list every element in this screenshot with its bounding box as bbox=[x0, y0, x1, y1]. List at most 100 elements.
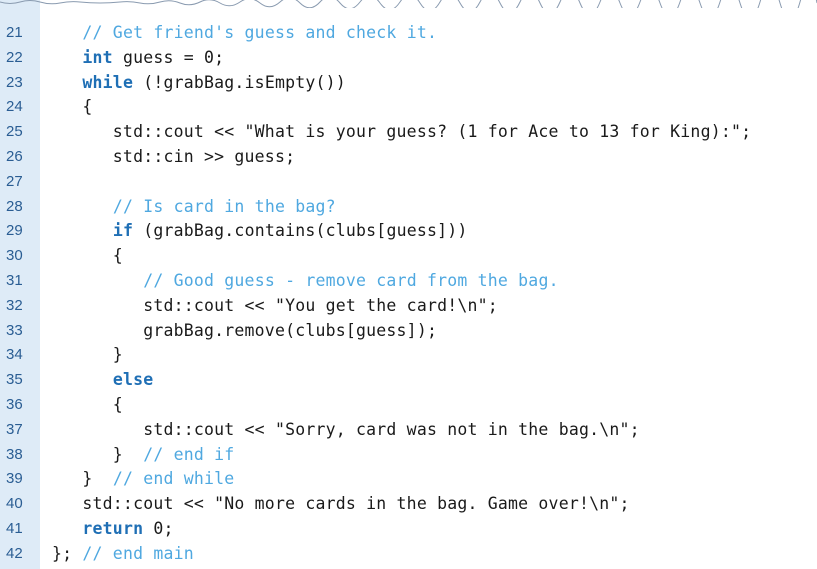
code-listing: 21 // Get friend's guess and check it. 22… bbox=[0, 0, 817, 569]
line-code: grabBag.remove(clubs[guess]); bbox=[52, 319, 437, 344]
code-line: 24 { bbox=[0, 95, 817, 120]
line-code: }; // end main bbox=[52, 542, 194, 567]
line-number: 28 bbox=[6, 197, 23, 215]
line-code: } bbox=[52, 343, 123, 368]
code-token-comment: // end if bbox=[143, 444, 235, 464]
code-line: 21 // Get friend's guess and check it. bbox=[0, 21, 817, 46]
code-token-comment: // end while bbox=[112, 469, 235, 489]
code-token-plain: } bbox=[52, 345, 123, 365]
code-line: 34 } bbox=[0, 343, 817, 368]
line-code: while (!grabBag.isEmpty()) bbox=[52, 71, 346, 96]
line-number: 24 bbox=[6, 98, 23, 116]
code-line: 41 return 0; bbox=[0, 517, 817, 542]
code-token-plain: std::cout << "What is your guess? (1 for… bbox=[52, 122, 752, 142]
line-number: 32 bbox=[6, 296, 23, 314]
line-code: if (grabBag.contains(clubs[guess])) bbox=[52, 219, 468, 244]
line-code: { bbox=[52, 393, 123, 418]
code-line: 30 { bbox=[0, 244, 817, 269]
code-line: 37 std::cout << "Sorry, card was not in … bbox=[0, 418, 817, 443]
code-line: 31 // Good guess - remove card from the … bbox=[0, 269, 817, 294]
line-code: std::cout << "You get the card!\n"; bbox=[52, 294, 498, 319]
code-token-comment: // Good guess - remove card from the bag… bbox=[143, 270, 559, 290]
line-number: 30 bbox=[6, 247, 23, 265]
code-lines: 21 // Get friend's guess and check it. 22… bbox=[0, 21, 817, 567]
line-code: else bbox=[52, 368, 153, 393]
code-token-plain: std::cin >> guess; bbox=[52, 146, 296, 166]
line-code: // Good guess - remove card from the bag… bbox=[52, 269, 559, 294]
line-code: } // end while bbox=[52, 467, 234, 492]
code-token-plain: 0; bbox=[143, 518, 174, 538]
line-number: 42 bbox=[6, 544, 23, 562]
line-number: 27 bbox=[6, 172, 23, 190]
code-line: 23 while (!grabBag.isEmpty()) bbox=[0, 71, 817, 96]
line-code: std::cout << "What is your guess? (1 for… bbox=[52, 120, 751, 145]
line-number: 38 bbox=[6, 445, 23, 463]
line-code: std::cin >> guess; bbox=[52, 145, 295, 170]
line-code: std::cout << "Sorry, card was not in the… bbox=[52, 418, 640, 443]
code-token-plain: }; bbox=[52, 543, 83, 563]
line-number: 40 bbox=[6, 495, 23, 513]
code-line: 42}; // end main bbox=[0, 542, 817, 567]
code-token-plain: { bbox=[52, 97, 93, 117]
code-line: 39 } // end while bbox=[0, 467, 817, 492]
code-token-keyword: else bbox=[112, 370, 154, 390]
line-number: 41 bbox=[6, 519, 23, 537]
torn-edge-decoration bbox=[0, 0, 817, 8]
code-token-keyword: int bbox=[82, 47, 113, 67]
line-number: 33 bbox=[6, 321, 23, 339]
code-token-comment: // Is card in the bag? bbox=[112, 196, 336, 216]
code-line: 35 else bbox=[0, 368, 817, 393]
line-code: } // end if bbox=[52, 443, 234, 468]
code-token-plain: guess = 0; bbox=[112, 47, 225, 67]
code-line: 40 std::cout << "No more cards in the ba… bbox=[0, 492, 817, 517]
code-token-plain: std::cout << "Sorry, card was not in the… bbox=[52, 419, 640, 439]
line-number: 31 bbox=[6, 271, 23, 289]
code-line: 28 // Is card in the bag? bbox=[0, 195, 817, 220]
line-code: std::cout << "No more cards in the bag. … bbox=[52, 492, 630, 517]
line-number: 35 bbox=[6, 371, 23, 389]
line-number: 21 bbox=[6, 24, 23, 41]
code-token-comment: // Get friend's guess and check it. bbox=[82, 23, 438, 42]
line-number: 36 bbox=[6, 395, 23, 413]
code-line: 33 grabBag.remove(clubs[guess]); bbox=[0, 319, 817, 344]
line-number: 26 bbox=[6, 147, 23, 165]
code-token-plain: (grabBag.contains(clubs[guess])) bbox=[133, 221, 468, 241]
code-token-plain: std::cout << "No more cards in the bag. … bbox=[52, 494, 630, 514]
code-token-plain: grabBag.remove(clubs[guess]); bbox=[52, 320, 438, 340]
line-code: { bbox=[52, 95, 93, 120]
code-token-plain: (!grabBag.isEmpty()) bbox=[133, 72, 346, 92]
line-code: // Get friend's guess and check it. bbox=[52, 21, 437, 46]
code-line: 22 int guess = 0; bbox=[0, 46, 817, 71]
line-code: { bbox=[52, 244, 123, 269]
code-token-plain: { bbox=[52, 394, 123, 414]
line-number: 39 bbox=[6, 470, 23, 488]
line-number: 25 bbox=[6, 123, 23, 141]
code-token-plain: } bbox=[52, 469, 113, 489]
code-token-comment: // end main bbox=[82, 543, 194, 563]
line-number: 29 bbox=[6, 222, 23, 240]
code-line: 38 } // end if bbox=[0, 443, 817, 468]
code-line: 29 if (grabBag.contains(clubs[guess])) bbox=[0, 219, 817, 244]
line-number: 37 bbox=[6, 420, 23, 438]
code-line: 25 std::cout << "What is your guess? (1 … bbox=[0, 120, 817, 145]
code-token-plain: } bbox=[52, 444, 144, 464]
code-line: 26 std::cin >> guess; bbox=[0, 145, 817, 170]
code-token-plain: std::cout << "You get the card!\n"; bbox=[52, 295, 498, 315]
code-token-keyword: while bbox=[82, 72, 134, 92]
code-token-keyword: return bbox=[82, 518, 144, 538]
line-code: int guess = 0; bbox=[52, 46, 224, 71]
line-number: 34 bbox=[6, 346, 23, 364]
line-number: 22 bbox=[6, 48, 23, 66]
code-line: 36 { bbox=[0, 393, 817, 418]
code-line: 27 bbox=[0, 170, 817, 195]
code-token-plain: { bbox=[52, 246, 123, 266]
code-token-keyword: if bbox=[112, 221, 134, 241]
